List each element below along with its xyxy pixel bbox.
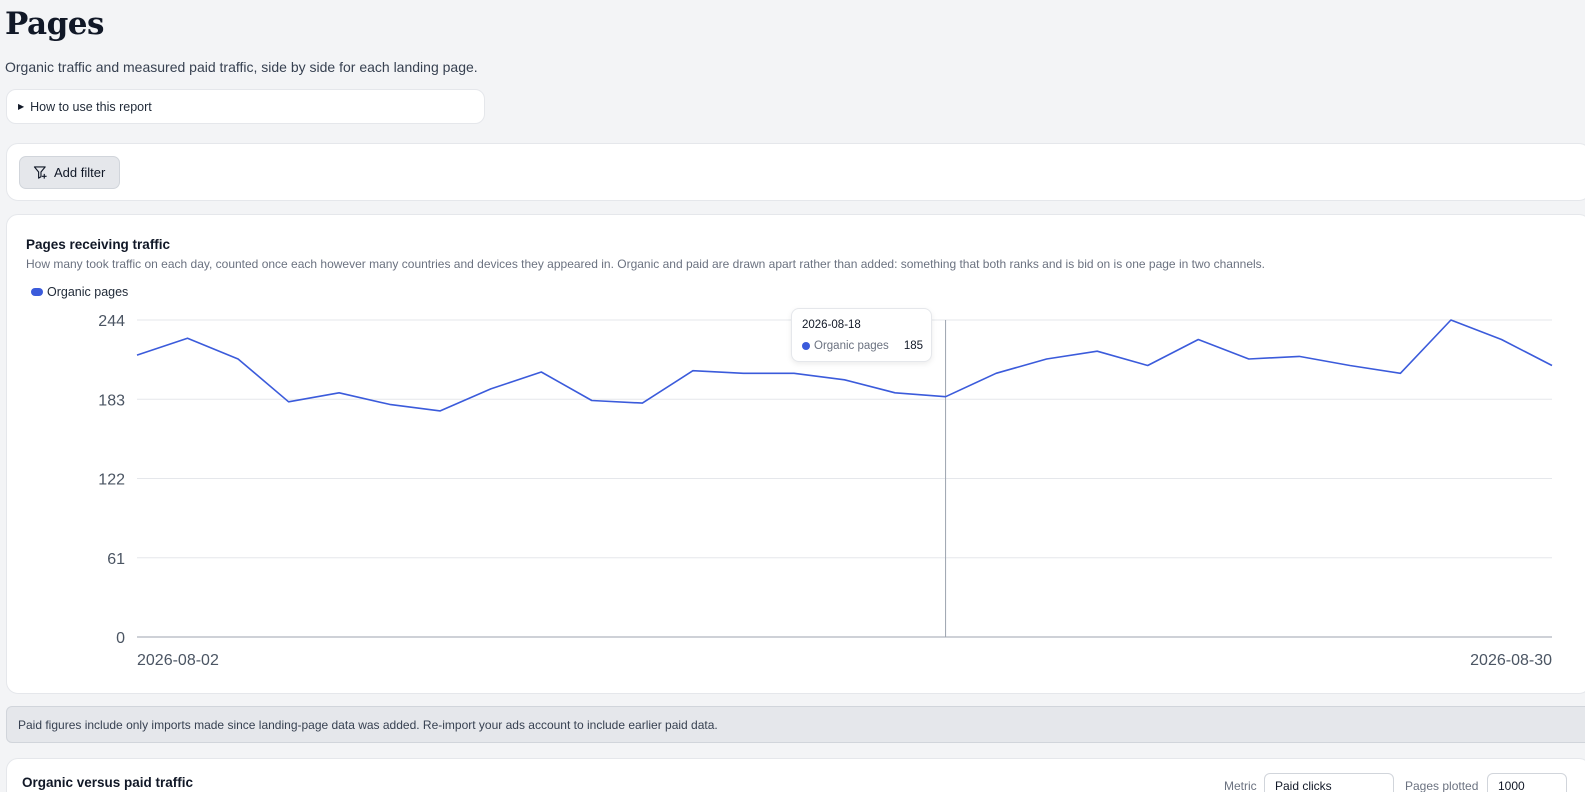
organic-vs-paid-title: Organic versus paid traffic bbox=[22, 775, 194, 790]
tooltip-row: Organic pages 185 bbox=[802, 340, 923, 352]
tooltip-series-dot bbox=[802, 342, 810, 350]
chart-title: Pages receiving traffic bbox=[26, 237, 171, 252]
y-tick-label: 61 bbox=[107, 551, 125, 568]
x-tick-label: 2026-08-30 bbox=[1470, 652, 1552, 669]
x-tick-label: 2026-08-02 bbox=[137, 652, 219, 669]
metric-label: Metric bbox=[1224, 779, 1257, 792]
how-to-use-disclosure[interactable]: ▶ How to use this report bbox=[6, 89, 485, 124]
filter-bar: Add filter bbox=[6, 143, 1585, 201]
chart-description: How many took traffic on each day, count… bbox=[26, 257, 1265, 271]
filter-plus-icon bbox=[33, 166, 47, 179]
legend-swatch bbox=[31, 288, 43, 296]
organic-vs-paid-card: Organic versus paid traffic Metric Paid … bbox=[6, 758, 1585, 792]
tooltip-value: 185 bbox=[903, 340, 923, 352]
tooltip-series-name: Organic pages bbox=[814, 340, 889, 352]
chart-tooltip: 2026-08-18 Organic pages 185 bbox=[791, 308, 932, 362]
pages-traffic-chart[interactable]: 0 61 122 183 244 2026-08-02 2026-08-30 bbox=[7, 215, 1585, 695]
disclosure-triangle-icon: ▶ bbox=[18, 102, 25, 111]
how-to-use-label: How to use this report bbox=[30, 99, 152, 114]
y-tick-label: 122 bbox=[98, 472, 125, 489]
pages-traffic-chart-card: 0 61 122 183 244 2026-08-02 2026-08-30 Pages r… bbox=[6, 214, 1585, 694]
add-filter-button[interactable]: Add filter bbox=[19, 156, 120, 189]
chart-legend[interactable]: Organic pages bbox=[31, 285, 128, 299]
y-tick-label: 183 bbox=[98, 392, 125, 409]
legend-label-organic-pages: Organic pages bbox=[47, 285, 129, 299]
metric-select[interactable]: Paid clicks bbox=[1264, 773, 1394, 792]
tooltip-date: 2026-08-18 bbox=[802, 319, 861, 331]
add-filter-label: Add filter bbox=[54, 165, 106, 180]
pages-plotted-label: Pages plotted bbox=[1405, 779, 1479, 792]
notice-text: Paid figures include only imports made s… bbox=[18, 717, 718, 732]
paid-data-notice: Paid figures include only imports made s… bbox=[6, 706, 1585, 743]
page-subtitle: Organic traffic and measured paid traffi… bbox=[5, 59, 478, 75]
y-tick-label: 0 bbox=[116, 630, 125, 647]
page-title: Pages bbox=[5, 6, 104, 42]
y-tick-label: 244 bbox=[98, 313, 125, 330]
pages-plotted-select[interactable]: 1000 bbox=[1487, 773, 1567, 792]
